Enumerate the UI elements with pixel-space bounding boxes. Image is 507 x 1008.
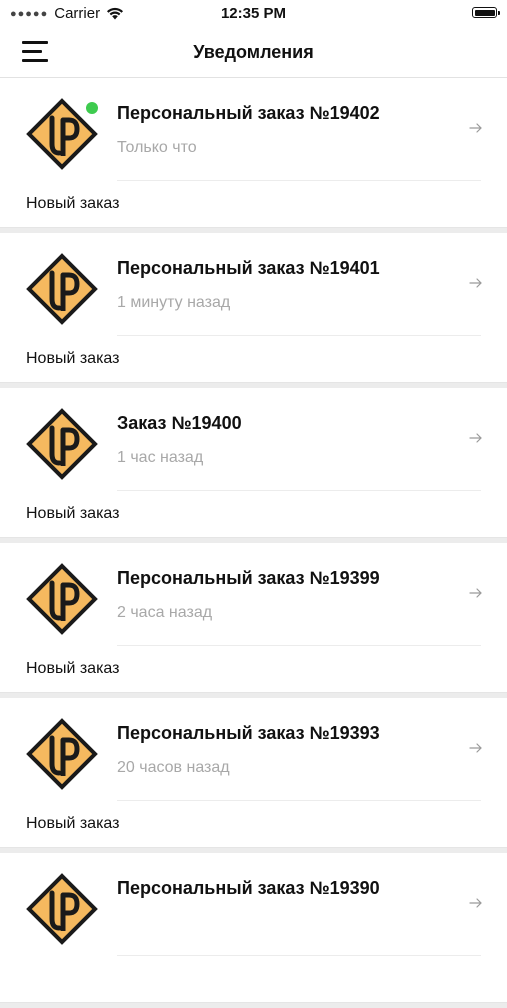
arrow-right-icon[interactable] bbox=[469, 896, 483, 908]
notification-title: Персональный заказ №19399 bbox=[117, 568, 380, 588]
divider bbox=[117, 800, 481, 801]
arrow-right-icon[interactable] bbox=[469, 586, 483, 598]
notification-time: Только что bbox=[117, 139, 197, 156]
company-logo-icon bbox=[26, 253, 98, 325]
notification-title: Персональный заказ №19401 bbox=[117, 258, 380, 278]
status-time: 12:35 PM bbox=[220, 5, 287, 22]
divider bbox=[117, 335, 481, 336]
page-title: Уведомления bbox=[193, 42, 314, 62]
navigation-bar: Уведомления bbox=[0, 26, 507, 78]
company-logo-icon bbox=[26, 408, 98, 480]
notification-title: Заказ №19400 bbox=[117, 413, 242, 433]
unread-indicator bbox=[86, 102, 98, 114]
notification-title: Персональный заказ №19390 bbox=[117, 878, 380, 898]
divider bbox=[117, 955, 481, 956]
notification-title: Персональный заказ №19393 bbox=[117, 723, 380, 743]
arrow-right-icon[interactable] bbox=[469, 741, 483, 753]
notification-time: 1 час назад bbox=[117, 449, 204, 466]
notification-message: Новый заказ bbox=[26, 505, 120, 522]
notification-time: 1 минуту назад bbox=[117, 294, 231, 311]
notification-message: Новый заказ bbox=[26, 350, 120, 367]
divider bbox=[117, 180, 481, 181]
company-logo-icon bbox=[26, 873, 98, 945]
notification-message: Новый заказ bbox=[26, 195, 120, 212]
notification-message: Новый заказ bbox=[26, 815, 120, 832]
notification-message: Новый заказ bbox=[26, 660, 120, 677]
company-logo-icon bbox=[26, 563, 98, 635]
company-logo-icon bbox=[26, 718, 98, 790]
divider bbox=[117, 490, 481, 491]
notification-card[interactable]: Заказ №19400 1 час назад Новый заказ bbox=[0, 388, 507, 538]
arrow-right-icon[interactable] bbox=[469, 431, 483, 443]
notification-card[interactable]: Персональный заказ №19393 20 часов назад Н… bbox=[0, 698, 507, 848]
notification-time: 20 часов назад bbox=[117, 759, 230, 776]
notification-title: Персональный заказ №19402 bbox=[117, 103, 380, 123]
notification-card[interactable]: Персональный заказ №19402 Только что Новый… bbox=[0, 78, 507, 228]
notification-list: Персональный заказ №19402 Только что Новый… bbox=[0, 78, 507, 1008]
arrow-right-icon[interactable] bbox=[469, 121, 483, 133]
status-bar: ●●●●● Carrier 12:35 PM bbox=[0, 0, 507, 26]
notification-time: 2 часа назад bbox=[117, 604, 213, 621]
notification-card[interactable]: Персональный заказ №19401 1 минуту назад Н… bbox=[0, 233, 507, 383]
notification-card[interactable]: Персональный заказ №19399 2 часа назад Нов… bbox=[0, 543, 507, 693]
arrow-right-icon[interactable] bbox=[469, 276, 483, 288]
battery-icon bbox=[472, 7, 500, 18]
divider bbox=[117, 645, 481, 646]
notification-card[interactable]: Персональный заказ №19390 bbox=[0, 853, 507, 1003]
